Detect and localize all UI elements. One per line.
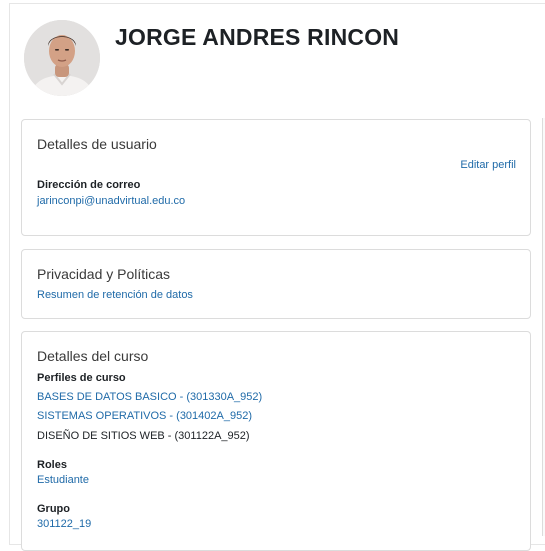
course-profiles-label: Perfiles de curso	[37, 372, 126, 384]
roles-label: Roles	[37, 459, 67, 471]
email-label: Dirección de correo	[37, 179, 141, 191]
course-details-card: Detalles del curso Perfiles de curso BAS…	[21, 331, 531, 551]
privacy-card: Privacidad y Políticas Resumen de retenc…	[21, 249, 531, 319]
user-name: JORGE ANDRES RINCON	[115, 24, 400, 50]
card-title: Detalles de usuario	[37, 136, 157, 152]
user-photo-icon	[24, 20, 100, 96]
card-title: Detalles del curso	[37, 348, 149, 364]
avatar	[24, 20, 100, 96]
edit-profile-link[interactable]: Editar perfil	[460, 159, 516, 171]
course-link[interactable]: BASES DE DATOS BASICO - (301330A_952)	[37, 391, 262, 403]
card-title: Privacidad y Políticas	[37, 266, 171, 282]
group-label: Grupo	[37, 503, 70, 515]
role-link[interactable]: Estudiante	[37, 474, 89, 486]
group-link[interactable]: 301122_19	[37, 518, 91, 530]
user-details-card: Detalles de usuario Editar perfil Direcc…	[21, 119, 531, 236]
email-link[interactable]: jarinconpi@unadvirtual.edu.co	[37, 195, 185, 207]
course-link[interactable]: SISTEMAS OPERATIVOS - (301402A_952)	[37, 410, 252, 422]
course-item: DISEÑO DE SITIOS WEB - (301122A_952)	[37, 430, 250, 442]
data-retention-link[interactable]: Resumen de retención de datos	[37, 289, 193, 301]
